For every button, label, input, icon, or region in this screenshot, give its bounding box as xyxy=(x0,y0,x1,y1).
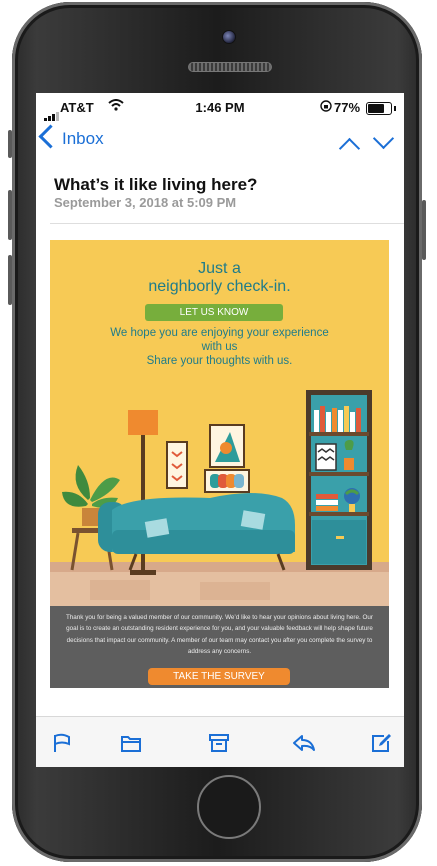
intro-line-2: with us xyxy=(201,341,238,353)
speaker-grille xyxy=(188,62,272,72)
power-button xyxy=(422,200,426,260)
volume-up-button xyxy=(8,190,12,240)
email-headline: Just a neighborly check-in. xyxy=(50,260,389,296)
previous-message-icon[interactable] xyxy=(338,137,361,160)
camera-icon xyxy=(222,30,236,44)
headline-line-1: Just a xyxy=(198,260,241,277)
email-intro: We hope you are enjoying your experience… xyxy=(50,326,389,368)
flag-icon[interactable] xyxy=(52,733,72,753)
folder-icon[interactable] xyxy=(120,733,142,753)
compose-icon[interactable] xyxy=(370,733,392,753)
living-room-illustration xyxy=(50,390,389,606)
headline-line-2: neighborly check-in. xyxy=(148,278,291,295)
email-subject: What’s it like living here? xyxy=(54,175,258,194)
phone-screen: AT&T 1:46 PM 77% Inbox What’s it like li… xyxy=(36,93,404,767)
email-date: September 3, 2018 at 5:09 PM xyxy=(54,195,237,210)
back-chevron-icon[interactable] xyxy=(38,124,63,149)
mail-toolbar xyxy=(36,716,404,767)
mute-switch xyxy=(8,130,12,158)
email-body-text: Thank you for being a valued member of o… xyxy=(65,614,374,655)
battery-percent: 77% xyxy=(334,100,361,115)
let-us-know-button[interactable]: LET US KNOW xyxy=(145,304,283,321)
battery-icon xyxy=(366,102,396,115)
home-button[interactable] xyxy=(197,775,261,839)
rotation-lock-icon xyxy=(320,100,332,115)
take-survey-button[interactable]: TAKE THE SURVEY xyxy=(148,668,290,685)
archive-icon[interactable] xyxy=(208,733,230,753)
intro-line-3: Share your thoughts with us. xyxy=(146,355,293,367)
back-to-inbox-button[interactable]: Inbox xyxy=(62,129,104,149)
email-body: Just a neighborly check-in. LET US KNOW … xyxy=(50,240,389,688)
next-message-icon[interactable] xyxy=(372,127,395,150)
intro-line-1: We hope you are enjoying your experience xyxy=(110,327,329,339)
reply-icon[interactable] xyxy=(292,733,316,753)
volume-down-button xyxy=(8,255,12,305)
header-divider xyxy=(50,223,404,224)
